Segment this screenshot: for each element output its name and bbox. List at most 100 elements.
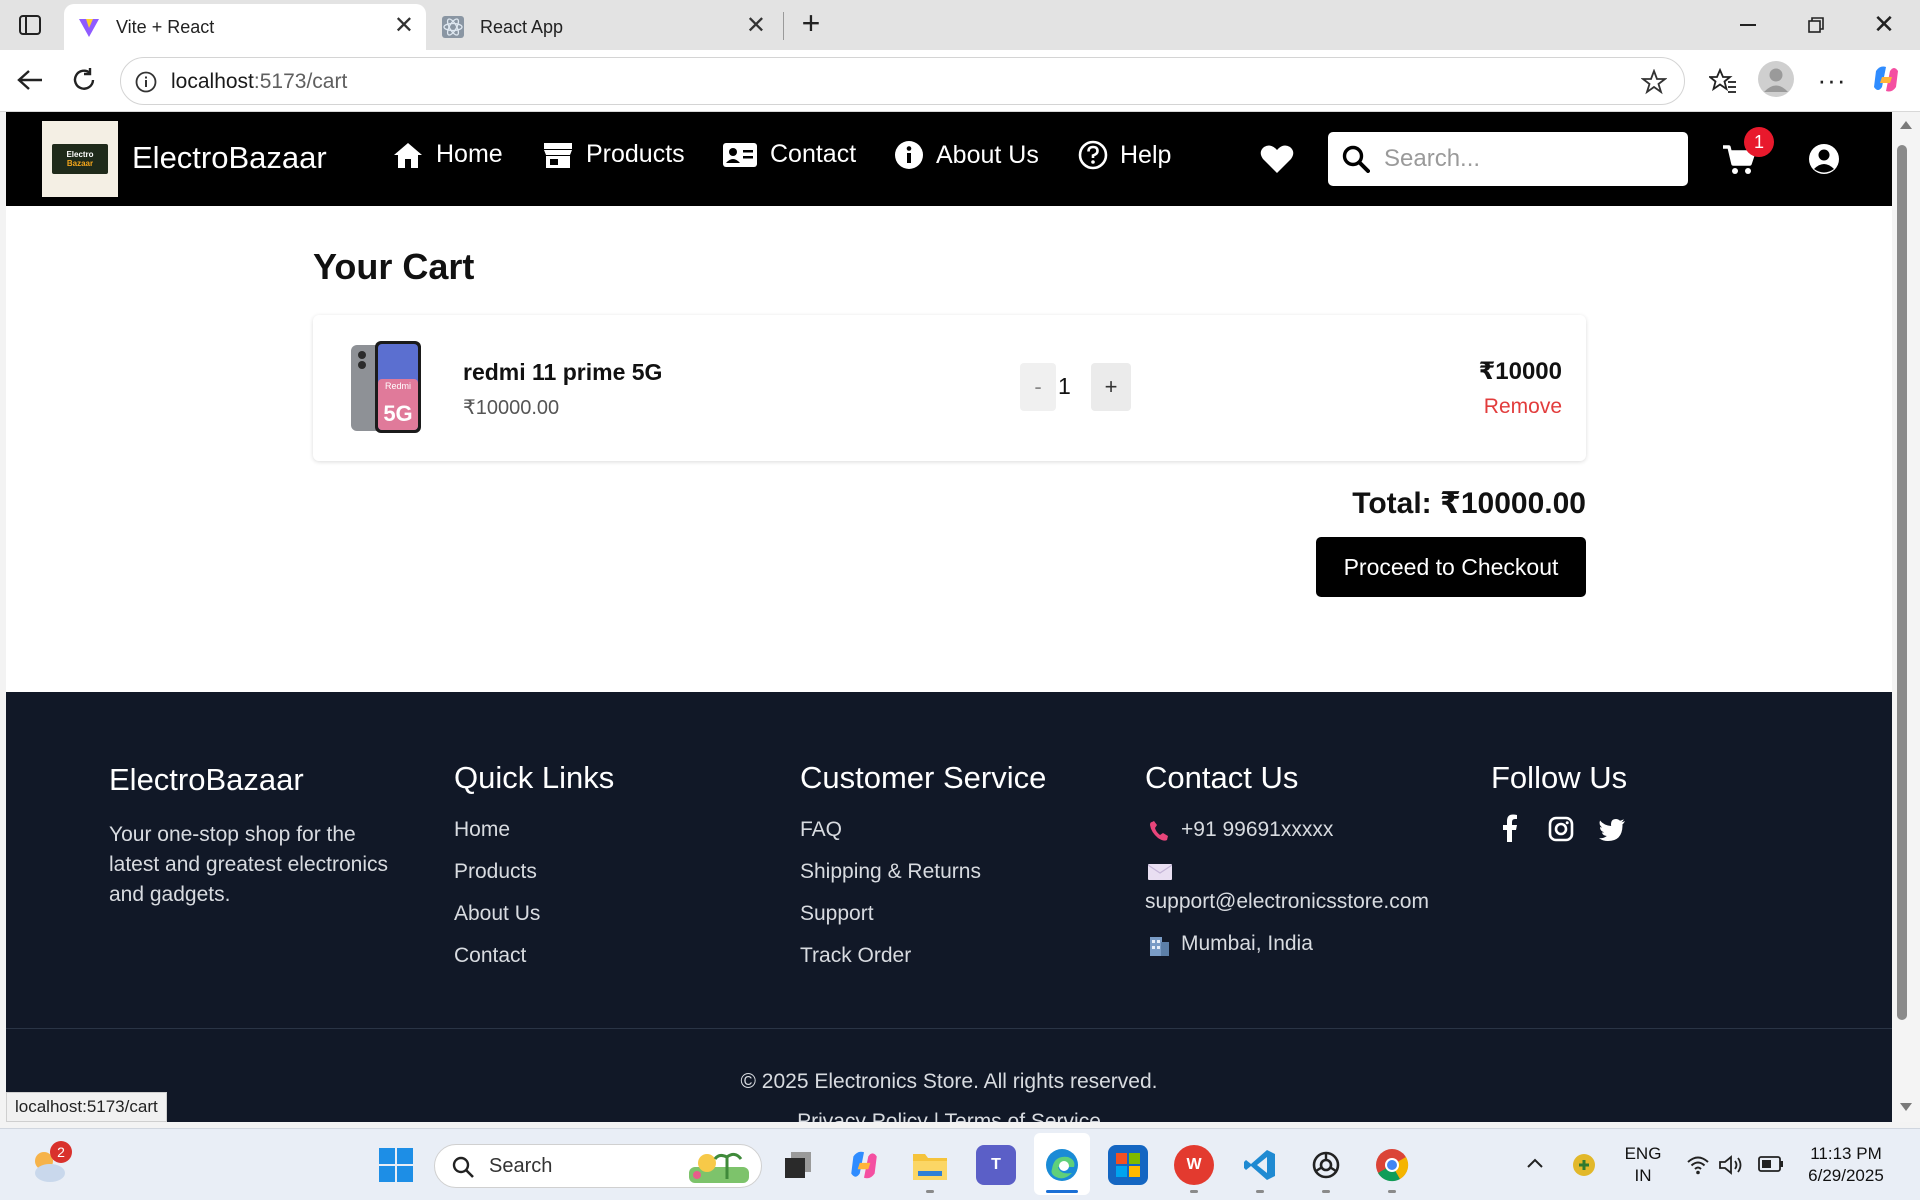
user-account-icon[interactable] (1808, 143, 1840, 175)
taskbar-task-view[interactable] (778, 1145, 818, 1185)
site-info-icon[interactable] (135, 71, 157, 93)
volume-icon[interactable] (1718, 1155, 1744, 1175)
search-box[interactable] (1328, 132, 1688, 186)
nav-link-products[interactable]: Products (542, 140, 685, 169)
vite-icon (79, 19, 99, 37)
language-indicator[interactable]: ENG IN (1618, 1143, 1668, 1187)
quantity-value: 1 (1058, 373, 1071, 399)
address-bar[interactable]: localhost:5173/cart (120, 57, 1685, 105)
product-name[interactable]: redmi 11 prime 5G (463, 359, 662, 386)
footer-policy-links[interactable]: Privacy Policy | Terms of Service (6, 1110, 1892, 1122)
running-indicator (1388, 1190, 1396, 1193)
nav-link-label: Home (436, 140, 503, 168)
taskbar-store[interactable] (1108, 1145, 1148, 1185)
clock-time: 11:13 PM (1810, 1144, 1882, 1163)
decrease-quantity-button[interactable]: - (1020, 363, 1056, 411)
taskbar-wps[interactable]: W (1174, 1145, 1214, 1185)
tab-actions-icon[interactable] (14, 10, 46, 40)
language-line2: IN (1634, 1166, 1652, 1185)
url-text[interactable]: localhost:5173/cart (171, 70, 347, 94)
taskbar-vscode[interactable] (1240, 1145, 1280, 1185)
email-icon (1148, 864, 1172, 880)
window-close-icon[interactable]: ✕ (1866, 8, 1902, 40)
footer-quick-links-title: Quick Links (454, 760, 615, 795)
site-brand[interactable]: ElectroBazaar (132, 140, 327, 176)
footer-tagline: Your one-stop shop for the latest and gr… (109, 823, 388, 906)
close-tab-icon[interactable]: ✕ (394, 14, 414, 38)
svg-text:Redmi: Redmi (385, 381, 411, 391)
checkout-button[interactable]: Proceed to Checkout (1316, 537, 1586, 597)
nav-link-label: Contact (770, 140, 857, 168)
back-icon[interactable] (14, 64, 46, 96)
footer-follow-title: Follow Us (1491, 760, 1628, 795)
more-options-icon[interactable]: ··· (1816, 64, 1848, 96)
taskbar-search[interactable]: Search (434, 1144, 762, 1188)
taskbar-file-explorer[interactable] (910, 1145, 950, 1185)
twitter-icon[interactable] (1598, 818, 1626, 842)
show-hidden-icons-icon[interactable] (1526, 1157, 1544, 1169)
copilot-icon[interactable] (1868, 61, 1904, 97)
search-input[interactable] (1384, 141, 1674, 177)
profile-avatar-icon[interactable] (1758, 61, 1794, 97)
footer-link-support[interactable]: Support (800, 902, 874, 926)
new-tab-icon[interactable]: + (796, 5, 826, 41)
wishlist-heart-icon[interactable] (1260, 144, 1294, 174)
running-indicator (1256, 1190, 1264, 1193)
close-tab-icon[interactable]: ✕ (746, 14, 766, 38)
footer-link-about[interactable]: About Us (454, 902, 540, 926)
taskbar-copilot[interactable] (844, 1145, 884, 1185)
instagram-icon[interactable] (1548, 816, 1574, 842)
restore-icon[interactable] (1798, 10, 1834, 40)
windows-taskbar: 2 Search T W ENG IN 11:13 PM 6/29/2025 (0, 1128, 1920, 1200)
nav-link-about[interactable]: About Us (894, 140, 1039, 170)
tab-vite-react[interactable]: Vite + React ✕ (64, 4, 426, 50)
taskbar-edge[interactable] (1042, 1145, 1082, 1185)
facebook-icon[interactable] (1502, 814, 1518, 842)
home-icon (394, 142, 422, 168)
browser-tab-bar: Vite + React ✕ React App ✕ + ✕ (0, 0, 1920, 50)
wifi-icon[interactable] (1686, 1155, 1710, 1175)
remove-item-link[interactable]: Remove (1484, 395, 1562, 419)
nav-link-help[interactable]: Help (1078, 140, 1171, 170)
tray-app-icon[interactable] (1572, 1153, 1596, 1177)
running-indicator (1190, 1190, 1198, 1193)
favorites-icon[interactable] (1706, 64, 1740, 98)
weather-badge: 2 (50, 1141, 72, 1163)
url-path: :5173/cart (253, 70, 348, 93)
footer-divider (6, 1028, 1892, 1029)
tab-react-app[interactable]: React App ✕ (428, 4, 778, 50)
reload-icon[interactable] (68, 64, 100, 96)
nav-link-label: Help (1120, 140, 1172, 169)
nav-link-home[interactable]: Home (392, 140, 503, 169)
scrollbar-thumb[interactable] (1897, 145, 1907, 1020)
taskbar-chatgpt[interactable] (1306, 1145, 1346, 1185)
minimize-icon[interactable] (1730, 10, 1766, 40)
increase-quantity-button[interactable]: + (1091, 363, 1131, 411)
svg-text:5G: 5G (383, 401, 412, 426)
battery-icon[interactable] (1758, 1155, 1784, 1173)
windows-start-icon[interactable] (378, 1147, 414, 1183)
footer-link-home[interactable]: Home (454, 818, 510, 842)
taskbar-chrome[interactable] (1372, 1145, 1412, 1185)
page-viewport: Electro Bazaar ElectroBazaar Home Produc… (6, 112, 1892, 1122)
nav-link-contact[interactable]: Contact (722, 140, 856, 169)
vscode-icon (1244, 1150, 1275, 1180)
favorite-star-icon[interactable] (1641, 69, 1667, 95)
site-navbar: Electro Bazaar ElectroBazaar Home Produc… (6, 112, 1892, 206)
weather-widget[interactable]: 2 (28, 1141, 72, 1187)
scroll-up-icon[interactable] (1899, 120, 1913, 130)
site-logo[interactable]: Electro Bazaar (42, 121, 118, 197)
footer-link-products[interactable]: Products (454, 860, 537, 884)
footer-link-contact[interactable]: Contact (454, 944, 526, 968)
taskbar-teams[interactable]: T (976, 1145, 1016, 1185)
search-highlight-icon (689, 1152, 749, 1183)
product-image[interactable]: Redmi 5G (349, 339, 423, 435)
footer-link-shipping[interactable]: Shipping & Returns (800, 860, 981, 884)
footer-customer-service-title: Customer Service (800, 760, 1047, 795)
scroll-down-icon[interactable] (1899, 1102, 1913, 1112)
footer-link-track-order[interactable]: Track Order (800, 944, 911, 968)
footer-link-faq[interactable]: FAQ (800, 818, 842, 842)
edge-icon (1046, 1149, 1078, 1181)
taskbar-clock[interactable]: 11:13 PM 6/29/2025 (1796, 1143, 1896, 1187)
line-total: ₹10000 (1478, 358, 1562, 385)
